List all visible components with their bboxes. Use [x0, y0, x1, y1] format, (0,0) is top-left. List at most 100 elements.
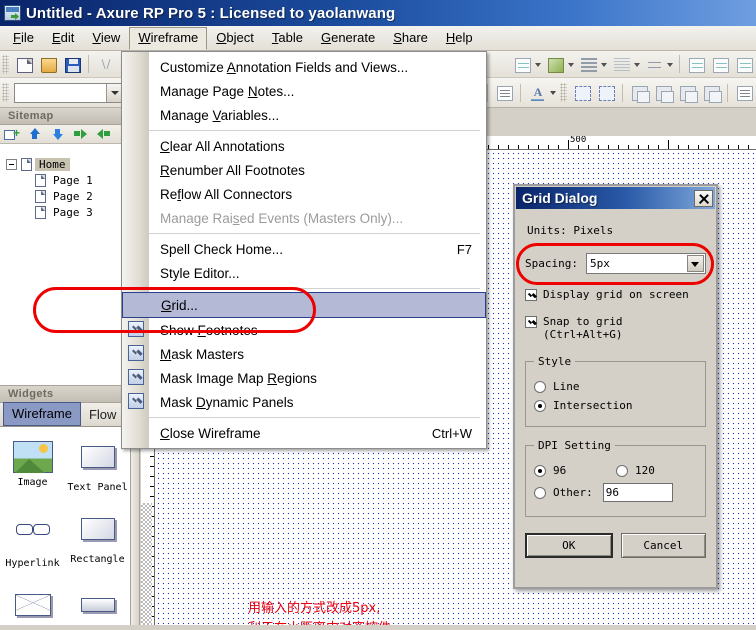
cancel-button[interactable]: Cancel	[620, 533, 706, 558]
add-page-icon[interactable]	[4, 127, 20, 141]
dpi-option-other[interactable]: Other:	[534, 486, 593, 499]
snap-to-grid-checkbox[interactable]	[525, 316, 537, 328]
move-up-icon[interactable]	[27, 127, 42, 141]
group-icon	[575, 86, 591, 101]
menu-item-mask-masters[interactable]: Mask Masters	[128, 342, 486, 366]
dpi-radio-120[interactable]	[616, 464, 628, 477]
align-top-button[interactable]	[685, 54, 707, 75]
line-color-chevron-down-icon[interactable]	[567, 54, 576, 75]
display-grid-checkbox-row[interactable]: Display grid on screen	[525, 288, 706, 301]
page-style-combo[interactable]	[14, 82, 124, 103]
bring-front-button[interactable]	[628, 82, 650, 103]
menu-item-mask-image-map-regions[interactable]: Mask Image Map Regions	[128, 366, 486, 390]
menu-object[interactable]: Object	[207, 27, 263, 49]
menu-item-renumber-all-footnotes[interactable]: Renumber All Footnotes	[149, 158, 486, 182]
fill-color-chevron-down-icon[interactable]	[534, 54, 543, 75]
tree-node-page-2[interactable]: Page 2	[6, 188, 130, 204]
style-option-intersection[interactable]: Intersection	[534, 399, 697, 412]
arrow-style-chevron-down-icon[interactable]	[666, 54, 675, 75]
image-widget-icon	[12, 441, 53, 473]
dpi-option-96[interactable]: 96	[534, 464, 588, 477]
line-pattern-chevron-down-icon[interactable]	[633, 54, 642, 75]
dpi-other-input[interactable]: 96	[602, 483, 673, 502]
toolbar-grip-2[interactable]	[2, 83, 9, 102]
fill-color-button[interactable]	[511, 54, 533, 75]
group-button[interactable]	[571, 82, 593, 103]
menu-file[interactable]: File	[4, 27, 43, 49]
save-button[interactable]	[61, 54, 83, 75]
style-radio-line[interactable]	[534, 380, 546, 393]
menu-help[interactable]: Help	[437, 27, 482, 49]
ok-button[interactable]: OK	[525, 533, 613, 558]
outdent-left-icon[interactable]	[96, 127, 111, 141]
dpi-radio-96[interactable]	[534, 464, 546, 477]
menu-wireframe[interactable]: Wireframe	[129, 26, 208, 50]
dpi-label-96: 96	[553, 464, 567, 477]
dpi-radio-other[interactable]	[534, 486, 546, 499]
ruler-tick	[498, 145, 499, 149]
send-backward-button[interactable]	[700, 82, 722, 103]
menu-item-clear-all-annotations[interactable]: Clear All Annotations	[149, 134, 486, 158]
align-bottom-button[interactable]	[733, 54, 755, 75]
line-pattern-button[interactable]	[610, 54, 632, 75]
style-group-legend: Style	[538, 355, 572, 368]
widget-image[interactable]: Image	[0, 435, 65, 493]
menu-item-mask-dynamic-panels[interactable]: Mask Dynamic Panels	[128, 390, 486, 414]
tree-node-home[interactable]: Home	[6, 156, 130, 172]
spacing-chevron-down-icon[interactable]	[687, 255, 704, 272]
widget-label: Hyperlink	[5, 558, 60, 569]
line-width-button[interactable]	[577, 54, 599, 75]
align-middle-button[interactable]	[709, 54, 731, 75]
tree-node-page-3[interactable]: Page 3	[6, 204, 130, 220]
toolbar-separator	[88, 55, 89, 73]
toolbar-grip[interactable]	[2, 54, 9, 74]
menu-edit[interactable]: Edit	[43, 27, 83, 49]
widget-mail[interactable]	[0, 583, 65, 630]
menu-item-spell-check-home[interactable]: Spell Check Home... F7	[149, 237, 486, 261]
tree-node-page-1[interactable]: Page 1	[6, 172, 130, 188]
menu-share[interactable]: Share	[384, 27, 437, 49]
menu-item-customize-annotation-fields-and-views[interactable]: Customize Annotation Fields and Views...	[149, 55, 486, 79]
tab-wireframe[interactable]: Wireframe	[3, 402, 81, 426]
send-back-button[interactable]	[652, 82, 674, 103]
menu-table[interactable]: Table	[263, 27, 312, 49]
line-width-chevron-down-icon[interactable]	[600, 54, 609, 75]
ungroup-button[interactable]	[595, 82, 617, 103]
menu-item-manage-page-notes[interactable]: Manage Page Notes...	[149, 79, 486, 103]
line-color-button[interactable]	[544, 54, 566, 75]
menu-item-manage-variables[interactable]: Manage Variables...	[149, 103, 486, 127]
style-radio-intersection[interactable]	[534, 399, 546, 412]
display-grid-checkbox[interactable]	[525, 289, 537, 301]
ruler-tick	[608, 145, 609, 149]
expander-minus-icon[interactable]	[6, 158, 17, 170]
menu-item-reflow-all-connectors[interactable]: Reflow All Connectors	[149, 182, 486, 206]
menu-item-grid[interactable]: Grid...	[122, 292, 486, 318]
menu-item-close-wireframe[interactable]: Close Wireframe Ctrl+W	[149, 421, 486, 445]
menu-separator	[149, 130, 480, 131]
menu-generate[interactable]: Generate	[312, 27, 384, 49]
menu-item-show-footnotes[interactable]: Show Footnotes	[128, 318, 486, 342]
move-down-icon[interactable]	[50, 127, 65, 141]
toolbar-grip-3[interactable]	[560, 83, 567, 102]
menu-view[interactable]: View	[83, 27, 129, 49]
menu-item-style-editor[interactable]: Style Editor...	[149, 261, 486, 285]
tab-flow[interactable]: Flow	[81, 404, 124, 426]
widget-rectangle[interactable]: Rectangle	[65, 507, 130, 569]
bullet-list-button[interactable]	[493, 82, 515, 103]
spacing-input[interactable]: 5px	[585, 253, 706, 274]
arrow-style-button[interactable]	[643, 54, 665, 75]
widget-hyperlink[interactable]: Hyperlink	[0, 507, 65, 569]
close-icon[interactable]	[694, 189, 713, 207]
indent-right-icon[interactable]	[73, 127, 88, 141]
cut-button[interactable]	[94, 54, 116, 75]
open-button[interactable]	[37, 54, 59, 75]
widget-button[interactable]	[65, 583, 130, 630]
font-style-chevron-down-icon[interactable]	[549, 82, 558, 103]
distribute-button[interactable]	[733, 82, 755, 103]
bring-forward-button[interactable]	[676, 82, 698, 103]
snap-to-grid-checkbox-row[interactable]: Snap to grid (Ctrl+Alt+G)	[525, 315, 706, 341]
new-document-button[interactable]	[13, 54, 35, 75]
font-style-button[interactable]: A	[526, 82, 548, 103]
style-option-line[interactable]: Line	[534, 380, 697, 393]
dpi-option-120[interactable]: 120	[616, 464, 655, 477]
